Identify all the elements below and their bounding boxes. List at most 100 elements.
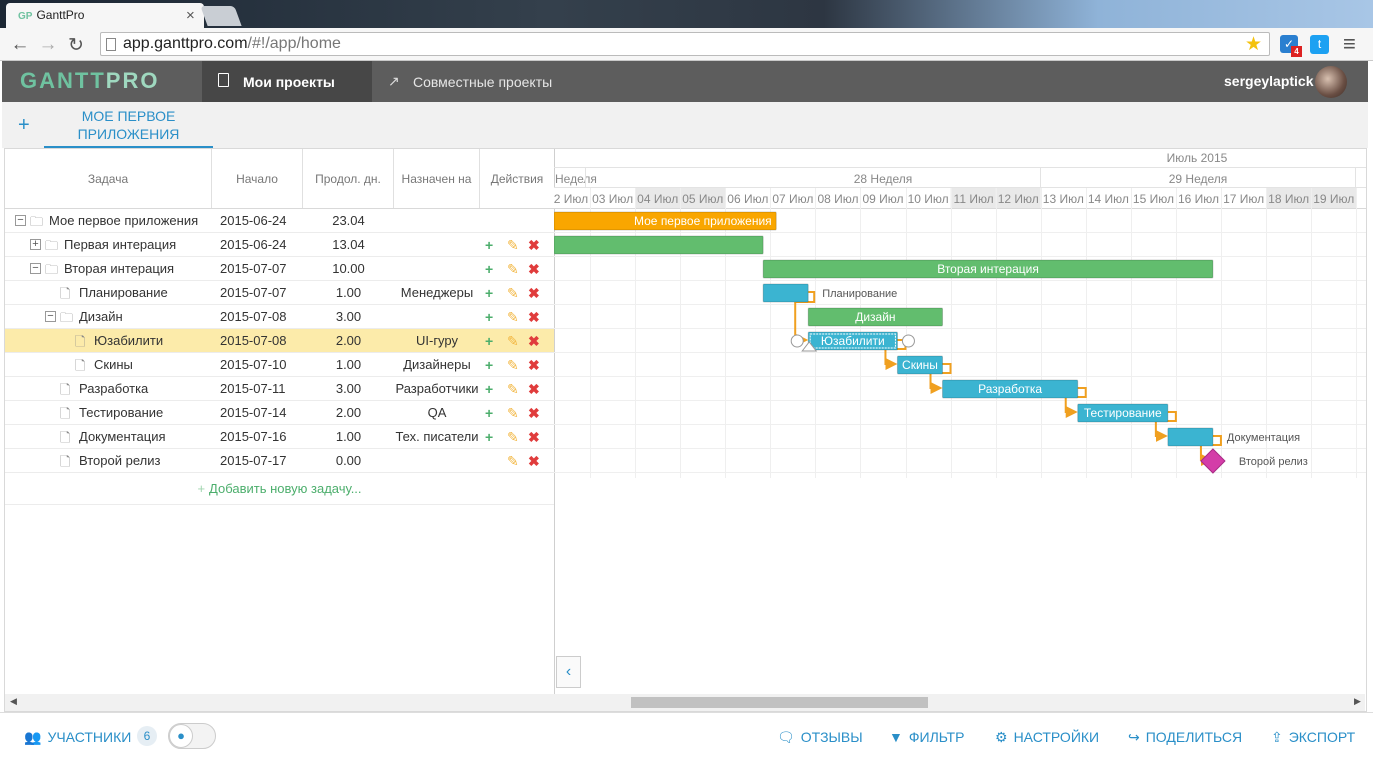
task-start[interactable]: 2015-06-24 [220,209,287,233]
task-duration[interactable]: 13.04 [303,233,394,257]
browser-tab-ganttpro[interactable]: GP GanttPro × [6,3,204,28]
collapse-panel-button[interactable]: ‹ [556,656,581,688]
edit-pencil-icon[interactable]: ✎ [507,233,519,257]
task-bar[interactable] [1167,427,1214,447]
new-tab-button[interactable] [200,6,242,26]
task-start[interactable]: 2015-07-08 [220,305,287,329]
add-subtask-icon[interactable]: + [485,401,493,425]
share-button[interactable]: ↪ ПОДЕЛИТЬСЯ [1128,729,1242,746]
delete-icon[interactable]: ✖ [528,401,540,425]
add-subtask-icon[interactable]: + [485,281,493,305]
task-assignee[interactable]: Дизайнеры [394,353,480,377]
delete-icon[interactable]: ✖ [528,257,540,281]
edit-pencil-icon[interactable]: ✎ [507,377,519,401]
settings-button[interactable]: ⚙ НАСТРОЙКИ [995,729,1099,746]
task-duration[interactable]: 1.00 [303,353,394,377]
task-start[interactable]: 2015-07-07 [220,257,287,281]
task-name[interactable]: Мое первое приложения [49,209,224,233]
task-start[interactable]: 2015-07-07 [220,281,287,305]
filter-button[interactable]: ▼ ФИЛЬТР [889,729,964,745]
reviews-button[interactable]: 🗨 ОТЗЫВЫ [777,729,863,746]
collapse-toggle[interactable]: − [15,215,26,226]
collapse-toggle[interactable]: − [45,311,56,322]
column-header-task[interactable]: Задача [5,149,212,209]
delete-icon[interactable]: ✖ [528,281,540,305]
forward-icon[interactable]: → [38,34,58,56]
add-subtask-icon[interactable]: + [485,353,493,377]
add-subtask-icon[interactable]: + [485,305,493,329]
task-assignee[interactable]: UI-гуру [394,329,480,353]
browser-menu-icon[interactable]: ≡ [1343,31,1356,57]
project-tab[interactable]: МОЕ ПЕРВОЕ ПРИЛОЖЕНИЯ [44,104,213,148]
table-row[interactable]: 🗋 Документация 2015-07-16 1.00 Тех. писатели… [5,425,554,449]
table-row[interactable]: 🗋 Тестирование 2015-07-14 2.00 QA + ✎ ✖ [5,401,554,425]
task-assignee[interactable]: Разработчики [394,377,480,401]
table-row[interactable]: 🗋 Юзабилити 2015-07-08 2.00 UI-гуру + ✎ ✖ [5,329,554,353]
export-button[interactable]: ⇪ ЭКСПОРТ [1271,729,1355,746]
edit-pencil-icon[interactable]: ✎ [507,329,519,353]
delete-icon[interactable]: ✖ [528,377,540,401]
task-assignee[interactable] [394,449,480,473]
expand-toggle[interactable]: + [30,239,41,250]
table-row[interactable]: 🗋 Планирование 2015-07-07 1.00 Менеджеры + ✎ ✖ [5,281,554,305]
table-row[interactable]: + 🗀 Первая интерация 2015-06-24 13.04 + ✎ ✖ [5,233,554,257]
delete-icon[interactable]: ✖ [528,353,540,377]
twitter-icon[interactable]: t [1310,35,1329,54]
task-assignee[interactable] [394,233,480,257]
task-duration[interactable]: 2.00 [303,329,394,353]
reload-icon[interactable]: ↻ [66,34,86,57]
edit-pencil-icon[interactable]: ✎ [507,353,519,377]
task-duration[interactable]: 23.04 [303,209,394,233]
task-start[interactable]: 2015-07-17 [220,449,287,473]
task-start[interactable]: 2015-06-24 [220,233,287,257]
delete-icon[interactable]: ✖ [528,233,540,257]
edit-pencil-icon[interactable]: ✎ [507,401,519,425]
collapse-toggle[interactable]: − [30,263,41,274]
task-name[interactable]: Дизайн [79,305,224,329]
task-name[interactable]: Документация [79,425,224,449]
add-project-button[interactable]: + [18,114,30,137]
link-handle-left[interactable] [790,334,804,348]
task-duration[interactable]: 3.00 [303,305,394,329]
add-subtask-icon[interactable]: + [485,377,493,401]
tab-close-icon[interactable]: × [186,7,195,24]
task-assignee[interactable]: Тех. писатели [394,425,480,449]
task-bar[interactable] [762,283,809,303]
table-row[interactable]: − 🗀 Дизайн 2015-07-08 3.00 + ✎ ✖ [5,305,554,329]
user-icon[interactable]: ● [169,724,193,748]
column-header-assignee[interactable]: Назначен на [394,149,480,209]
delete-icon[interactable]: ✖ [528,425,540,449]
task-start[interactable]: 2015-07-16 [220,425,287,449]
edit-pencil-icon[interactable]: ✎ [507,257,519,281]
task-assignee[interactable] [394,257,480,281]
task-start[interactable]: 2015-07-08 [220,329,287,353]
add-subtask-icon[interactable]: + [485,233,493,257]
task-start[interactable]: 2015-07-11 [220,377,286,401]
task-assignee[interactable]: QA [394,401,480,425]
task-name[interactable]: Скины [94,353,224,377]
task-name[interactable]: Тестирование [79,401,224,425]
table-row[interactable]: 🗋 Скины 2015-07-10 1.00 Дизайнеры + ✎ ✖ [5,353,554,377]
delete-icon[interactable]: ✖ [528,449,540,473]
table-row[interactable]: 🗋 Разработка 2015-07-11 3.00 Разработчики + ✎ ✖ [5,377,554,401]
task-name[interactable]: Вторая интерация [64,257,224,281]
scroll-left-icon[interactable]: ◀ [10,696,17,707]
edit-pencil-icon[interactable]: ✎ [507,425,519,449]
task-duration[interactable]: 10.00 [303,257,394,281]
table-row[interactable]: − 🗀 Мое первое приложения 2015-06-24 23.04 [5,209,554,233]
task-name[interactable]: Юзабилити [94,329,224,353]
delete-icon[interactable]: ✖ [528,329,540,353]
link-handle-right[interactable] [901,334,915,348]
edit-pencil-icon[interactable]: ✎ [507,449,519,473]
add-subtask-icon[interactable]: + [485,329,493,353]
column-header-duration[interactable]: Продол. дн. [303,149,394,209]
ganttpro-logo[interactable]: GANTTPRO [20,68,159,94]
delete-icon[interactable]: ✖ [528,305,540,329]
back-icon[interactable]: ← [10,34,30,56]
add-subtask-icon[interactable]: + [485,257,493,281]
task-name[interactable]: Первая интерация [64,233,224,257]
task-duration[interactable]: 1.00 [303,281,394,305]
task-assignee[interactable] [394,209,480,233]
address-bar[interactable]: app.ganttpro.com/#!/app/home ★ [100,32,1270,56]
task-name[interactable]: Планирование [79,281,224,305]
